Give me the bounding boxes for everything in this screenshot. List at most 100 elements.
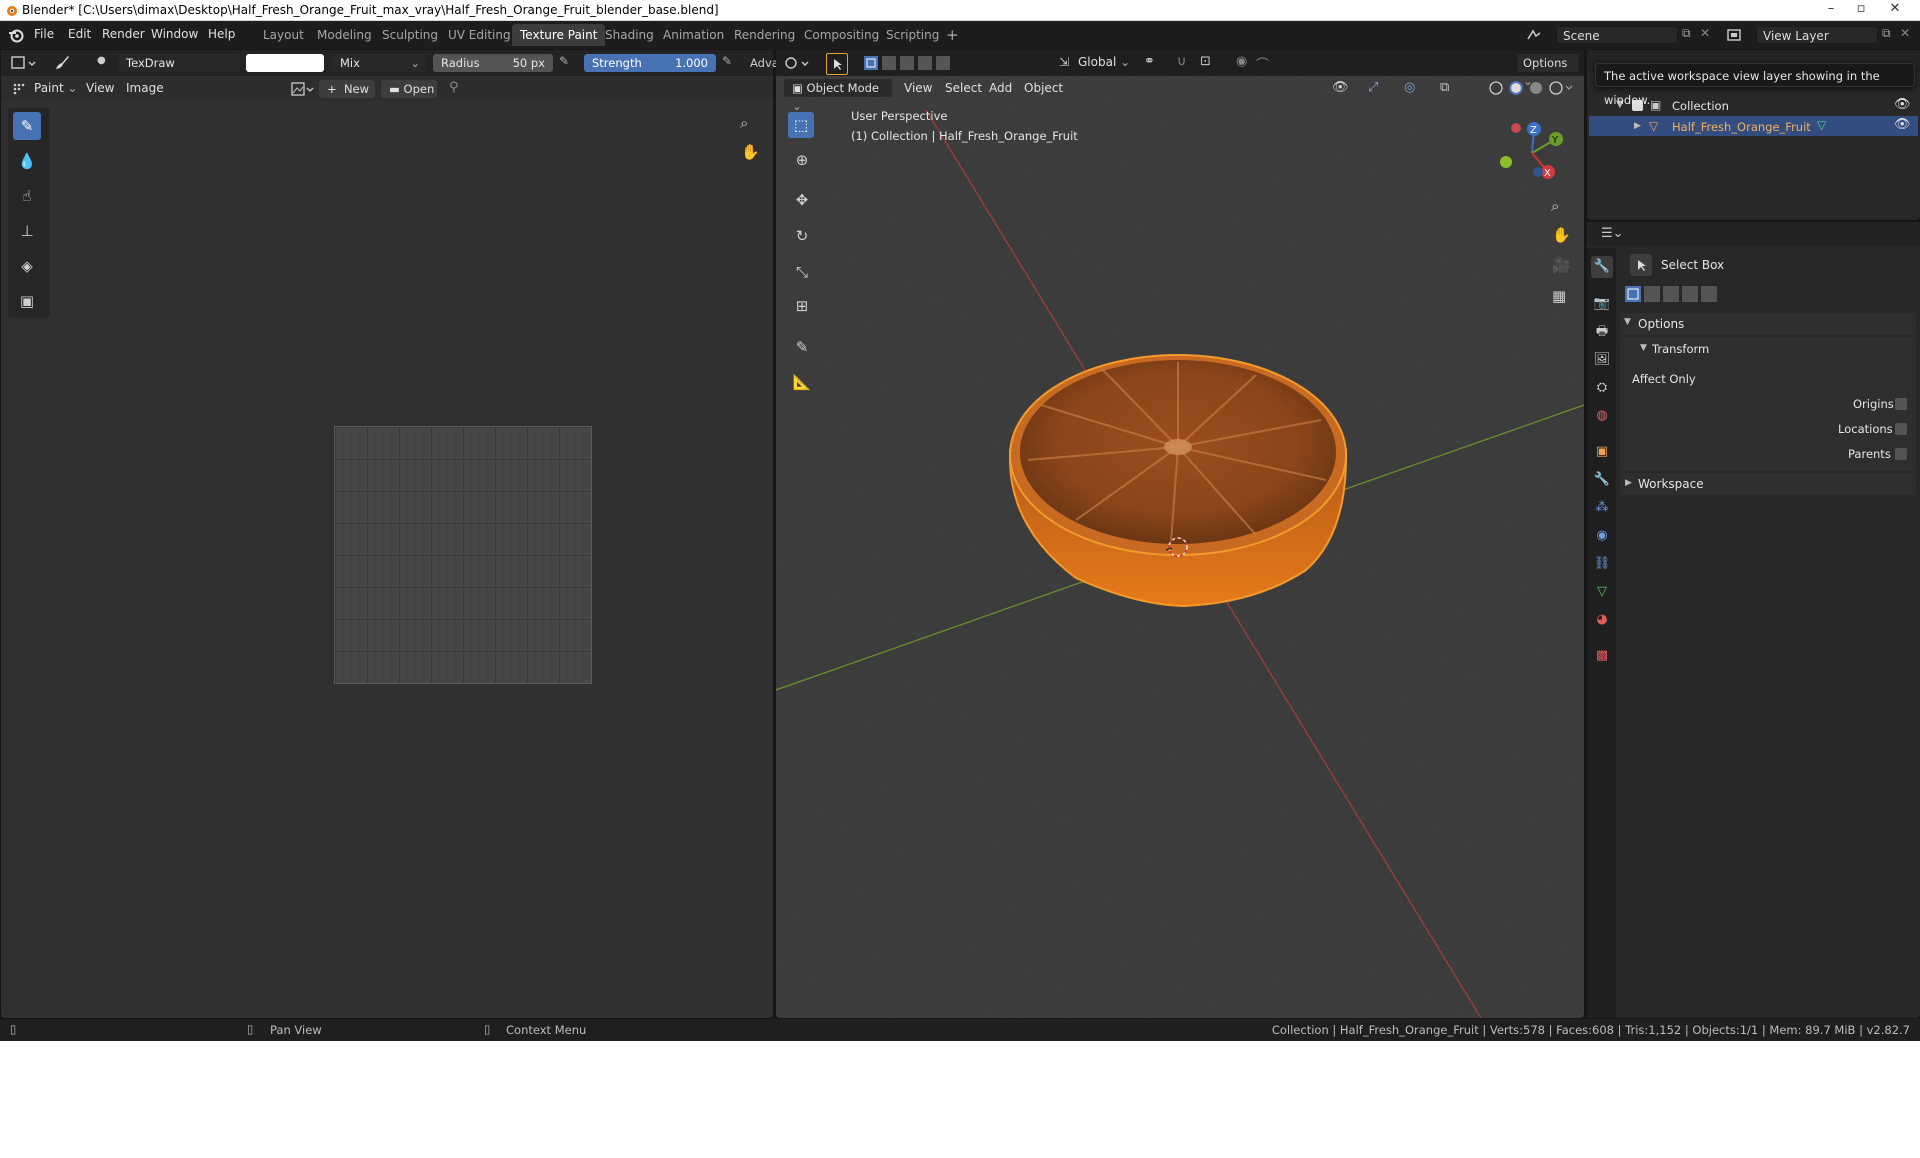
camera-view-icon[interactable]: 🎥 xyxy=(1552,256,1571,274)
annotate-tool-icon[interactable]: ✎ xyxy=(788,333,816,361)
shading-mode-buttons[interactable] xyxy=(1488,80,1574,96)
new-image-button[interactable]: + New xyxy=(319,80,375,98)
scene-selector-icon[interactable] xyxy=(1526,27,1542,43)
physics-tab-icon[interactable]: ◉ xyxy=(1591,525,1613,547)
tab-rendering[interactable]: Rendering xyxy=(726,24,803,46)
scene-name-field[interactable]: Scene xyxy=(1556,26,1678,44)
gizmo-neg-y[interactable] xyxy=(1500,156,1512,168)
scale-tool-icon[interactable]: ⤡ xyxy=(788,258,816,286)
tab-sculpting[interactable]: Sculpting xyxy=(374,24,446,46)
zoom-view-icon[interactable]: ⌕ xyxy=(740,114,748,132)
fill-tool-icon[interactable]: ◈ xyxy=(13,252,41,280)
select-box-tool-icon[interactable]: ⬚ xyxy=(788,112,814,138)
parents-checkbox[interactable] xyxy=(1895,448,1907,460)
tab-animation[interactable]: Animation xyxy=(655,24,732,46)
add-workspace-icon[interactable]: + xyxy=(946,26,959,44)
brush-name-field[interactable]: TexDraw xyxy=(118,54,240,72)
gizmo-neg-x[interactable] xyxy=(1511,123,1521,133)
mask-tool-icon[interactable]: ▣ xyxy=(13,287,41,315)
gizmo-toggle-icon[interactable]: ⤢ xyxy=(1368,80,1378,95)
pivot-point-icon[interactable]: ⚭ xyxy=(1144,54,1155,69)
paint-mode-dropdown[interactable]: Paint ⌄ xyxy=(34,81,78,95)
options-panel-header[interactable]: ▼ Options xyxy=(1620,313,1916,335)
minimize-button[interactable]: – xyxy=(1816,0,1846,18)
tool-tab-icon[interactable]: 🔧 xyxy=(1591,256,1613,278)
constraints-tab-icon[interactable]: ⛓ xyxy=(1591,553,1613,575)
viewport-menu-add[interactable]: Add xyxy=(989,81,1012,95)
proportional-edit-icon[interactable]: ◉ xyxy=(1236,54,1247,69)
open-image-button[interactable]: ▬ Open xyxy=(381,80,437,98)
close-window-button[interactable]: ✕ xyxy=(1880,0,1910,18)
viewport-menu-select[interactable]: Select xyxy=(945,81,982,95)
editor-type-icon[interactable] xyxy=(11,55,37,71)
image-menu-image[interactable]: Image xyxy=(126,81,164,95)
remove-view-layer-icon[interactable]: ✕ xyxy=(1900,26,1910,40)
smear-tool-icon[interactable]: ☝ xyxy=(13,182,41,210)
snap-icon[interactable]: ∪ xyxy=(1177,54,1187,69)
falloff-icon[interactable]: ⌒ xyxy=(1256,54,1269,73)
image-menu-view[interactable]: View xyxy=(86,81,114,95)
menu-window[interactable]: Window xyxy=(151,27,198,41)
view-layer-icon[interactable] xyxy=(1726,27,1742,43)
tab-shading[interactable]: Shading xyxy=(597,24,662,46)
outliner-object-label[interactable]: Half_Fresh_Orange_Fruit xyxy=(1672,120,1811,134)
visibility-icon[interactable]: 👁 xyxy=(1332,80,1349,95)
outliner-collection-label[interactable]: Collection xyxy=(1672,99,1729,113)
cursor-tool-icon[interactable]: ⊕ xyxy=(788,146,816,174)
menu-render[interactable]: Render xyxy=(102,27,145,41)
world-tab-icon[interactable]: ◍ xyxy=(1591,405,1613,427)
soften-tool-icon[interactable]: 💧 xyxy=(13,147,41,175)
transform-tool-icon[interactable]: ⊞ xyxy=(788,292,816,320)
texture-tab-icon[interactable]: ▩ xyxy=(1591,645,1613,667)
scene-tab-icon[interactable]: ⛭ xyxy=(1591,377,1613,399)
rotate-tool-icon[interactable]: ↻ xyxy=(788,222,816,250)
strength-pressure-icon[interactable]: ✎ xyxy=(722,54,732,68)
viewport-zoom-icon[interactable]: ⌕ xyxy=(1551,197,1559,215)
transform-orientation-dropdown[interactable]: Global ⌄ xyxy=(1078,55,1130,69)
clone-tool-icon[interactable]: ⊥ xyxy=(13,217,41,245)
tab-layout[interactable]: Layout xyxy=(255,24,312,46)
blend-mode-dropdown[interactable]: Mix ⌄ xyxy=(332,54,426,72)
selection-mode-buttons[interactable] xyxy=(862,54,950,72)
object-tab-icon[interactable]: ▣ xyxy=(1591,441,1613,463)
tab-compositing[interactable]: Compositing xyxy=(796,24,887,46)
empty-image-canvas[interactable] xyxy=(334,426,592,684)
origins-checkbox[interactable] xyxy=(1895,398,1907,410)
strength-field[interactable]: Strength 1.000 xyxy=(584,54,716,72)
select-tool-icon[interactable] xyxy=(826,53,848,75)
menu-help[interactable]: Help xyxy=(208,27,235,41)
output-tab-icon[interactable]: 🖶 xyxy=(1591,321,1613,343)
view-layer-field[interactable]: View Layer xyxy=(1756,26,1878,44)
ortho-toggle-icon[interactable]: ▦ xyxy=(1552,287,1566,305)
mesh-data-tab-icon[interactable]: ▽ xyxy=(1591,581,1613,603)
blender-menu-icon[interactable] xyxy=(8,27,24,43)
tab-modeling[interactable]: Modeling xyxy=(309,24,380,46)
viewport-menu-view[interactable]: View xyxy=(904,81,932,95)
navigation-gizmo[interactable]: Z Y X xyxy=(1490,115,1570,190)
maximize-button[interactable]: ▫ xyxy=(1846,0,1876,18)
pan-view-icon[interactable]: ✋ xyxy=(741,143,760,161)
material-tab-icon[interactable]: ◕ xyxy=(1591,609,1613,631)
object-visibility-icon[interactable]: 👁 xyxy=(1894,117,1911,132)
render-tab-icon[interactable]: 📷 xyxy=(1591,293,1613,315)
overlay-toggle-icon[interactable]: ◎ xyxy=(1404,80,1415,95)
viewport-menu-object[interactable]: Object xyxy=(1024,81,1063,95)
transform-subpanel-title[interactable]: Transform xyxy=(1652,342,1709,356)
tab-uv-editing[interactable]: UV Editing xyxy=(440,24,519,46)
new-view-layer-icon[interactable]: ⧉ xyxy=(1882,26,1891,41)
viewport-editor-type-icon[interactable] xyxy=(784,55,810,71)
select-box-mode-buttons[interactable] xyxy=(1624,285,1719,303)
options-dropdown[interactable]: Options ⌄ xyxy=(1517,54,1579,88)
gizmo-neg-z[interactable] xyxy=(1533,167,1543,177)
radius-field[interactable]: Radius 50 px xyxy=(433,54,553,72)
new-scene-icon[interactable]: ⧉ xyxy=(1682,26,1691,41)
transform-expand-icon[interactable]: ▼ xyxy=(1640,343,1647,353)
object-mode-dropdown[interactable]: ▣ Object Mode ⌄ xyxy=(784,79,892,113)
image-browse-icon[interactable] xyxy=(290,80,316,98)
view-layer-tab-icon[interactable]: 🖼 xyxy=(1591,349,1613,371)
pin-icon[interactable]: ⚲ xyxy=(449,80,459,95)
advanced-panel-button[interactable]: Adva xyxy=(750,56,779,70)
viewport-pan-icon[interactable]: ✋ xyxy=(1552,226,1571,244)
particles-tab-icon[interactable]: ⁂ xyxy=(1591,497,1613,519)
properties-editor-icon[interactable]: ☰⌄ xyxy=(1601,226,1624,241)
